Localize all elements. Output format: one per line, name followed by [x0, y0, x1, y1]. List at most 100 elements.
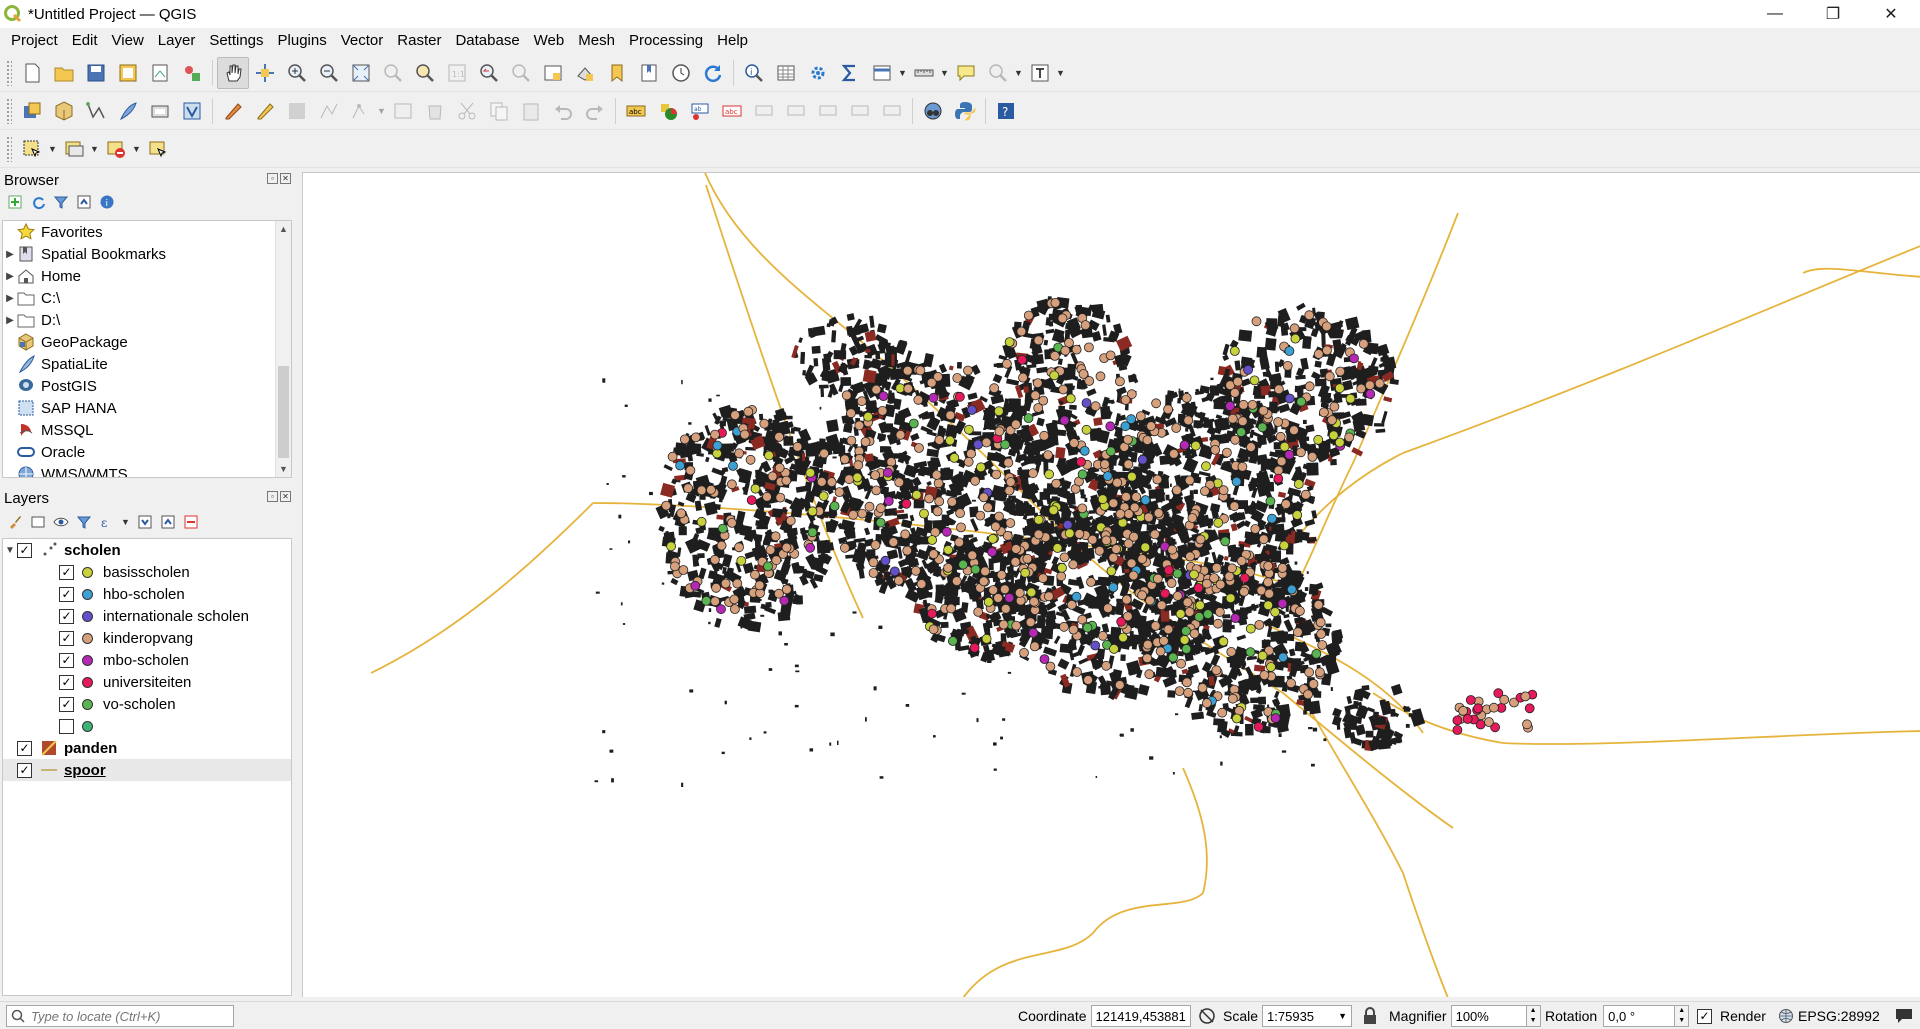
select-by-value-button[interactable] [58, 133, 90, 165]
zoom-native-button[interactable]: 1:1 [441, 57, 473, 89]
expand-arrow-icon[interactable]: ▶ [3, 315, 17, 326]
browser-item-spatial-bookmarks[interactable]: ▶ Spatial Bookmarks [3, 243, 291, 265]
new-spatialite-layer-button[interactable] [112, 95, 144, 127]
browser-item-wms-wmts[interactable]: WMS/WMTS [3, 463, 291, 477]
class-visibility-checkbox[interactable]: ✓ [59, 696, 74, 712]
remove-layer-button[interactable] [182, 513, 200, 531]
text-annotation-button[interactable] [1024, 57, 1056, 89]
close-panel-button[interactable]: ✕ [280, 491, 291, 502]
toolbar-handle[interactable] [6, 97, 12, 124]
messages-icon[interactable] [1894, 1007, 1914, 1025]
style-manager-button[interactable] [176, 57, 208, 89]
maximize-button[interactable]: ❐ [1804, 0, 1862, 28]
layer-diagram-button[interactable] [652, 95, 684, 127]
float-panel-button[interactable]: ▫ [267, 173, 278, 184]
attribute-table-button[interactable] [770, 57, 802, 89]
save-edits-button[interactable] [281, 95, 313, 127]
menu-project[interactable]: Project [4, 28, 65, 54]
zoom-full-button[interactable] [345, 57, 377, 89]
deselect-features-button[interactable] [100, 133, 132, 165]
legend-class-item[interactable]: ✓ basisscholen [3, 561, 291, 583]
close-button[interactable]: ✕ [1862, 0, 1920, 28]
new-3d-view-button[interactable] [569, 57, 601, 89]
legend-class-item[interactable]: ✓ internationale scholen [3, 605, 291, 627]
menu-mesh[interactable]: Mesh [571, 28, 622, 54]
rotation-spinner[interactable]: ▲ ▼ [1675, 1005, 1690, 1027]
new-project-button[interactable] [16, 57, 48, 89]
move-label-button[interactable] [748, 95, 780, 127]
locator-filter-button[interactable] [982, 57, 1014, 89]
cut-features-button[interactable] [451, 95, 483, 127]
toggle-extents-icon[interactable] [1197, 1006, 1217, 1026]
menu-vector[interactable]: Vector [334, 28, 391, 54]
browser-item-geopackage[interactable]: GeoPackage [3, 331, 291, 353]
layer-visibility-checkbox[interactable]: ✓ [17, 762, 32, 778]
filter-legend-button[interactable] [75, 513, 93, 531]
legend-class-item[interactable] [3, 715, 291, 737]
float-panel-button[interactable]: ▫ [267, 491, 278, 502]
crs-button[interactable]: EPSG:28992 [1798, 1008, 1880, 1024]
menu-processing[interactable]: Processing [622, 28, 710, 54]
browser-item-home[interactable]: ▶ Home [3, 265, 291, 287]
pin-labels-button[interactable]: ab [684, 95, 716, 127]
open-project-button[interactable] [48, 57, 80, 89]
browser-item-mssql[interactable]: MSSQL [3, 419, 291, 441]
help-button[interactable]: ? [990, 95, 1022, 127]
browser-item-oracle[interactable]: Oracle [3, 441, 291, 463]
map-tips-button[interactable] [950, 57, 982, 89]
highlight-labels-button[interactable] [876, 95, 908, 127]
class-visibility-checkbox[interactable]: ✓ [59, 630, 74, 646]
browser-item-favorites[interactable]: Favorites [3, 221, 291, 243]
minimize-button[interactable]: — [1746, 0, 1804, 28]
class-visibility-checkbox[interactable] [59, 718, 74, 734]
menu-database[interactable]: Database [448, 28, 526, 54]
rotation-field[interactable]: 0,0 ° [1603, 1005, 1676, 1027]
statistics-button[interactable] [834, 57, 866, 89]
chevron-down-icon[interactable]: ▼ [90, 144, 100, 154]
chevron-down-icon[interactable]: ▼ [898, 68, 908, 78]
zoom-to-selection-button[interactable] [377, 57, 409, 89]
legend-class-item[interactable]: ✓ kinderopvang [3, 627, 291, 649]
menu-settings[interactable]: Settings [202, 28, 270, 54]
browser-item-sap-hana[interactable]: SAP HANA [3, 397, 291, 419]
add-layer-button[interactable] [6, 193, 24, 211]
chevron-down-icon[interactable]: ▼ [1056, 68, 1066, 78]
vertex-tool-button[interactable] [345, 95, 377, 127]
pan-to-selection-button[interactable] [249, 57, 281, 89]
zoom-out-button[interactable] [313, 57, 345, 89]
coordinate-field[interactable]: 121419,453881 [1090, 1005, 1191, 1027]
menu-plugins[interactable]: Plugins [271, 28, 334, 54]
undo-button[interactable] [547, 95, 579, 127]
toolbar-handle[interactable] [6, 59, 12, 86]
new-map-view-button[interactable] [537, 57, 569, 89]
close-panel-button[interactable]: ✕ [280, 173, 291, 184]
label-property-button[interactable] [844, 95, 876, 127]
temporal-controller-button[interactable] [665, 57, 697, 89]
browser-item-c[interactable]: ▶ C:\ [3, 287, 291, 309]
locator-box[interactable] [6, 1005, 234, 1027]
lock-icon[interactable] [1362, 1007, 1378, 1025]
layer-visibility-checkbox[interactable]: ✓ [17, 542, 32, 558]
layer-styling-button[interactable] [6, 513, 24, 531]
filter-browser-button[interactable] [52, 193, 70, 211]
legend-class-item[interactable]: ✓ vo-scholen [3, 693, 291, 715]
processing-toolbox-button[interactable] [802, 57, 834, 89]
layer-panden[interactable]: ✓ panden [3, 737, 291, 759]
data-source-manager-button[interactable] [16, 95, 48, 127]
menu-view[interactable]: View [105, 28, 151, 54]
layer-visibility-checkbox[interactable]: ✓ [17, 740, 32, 756]
render-checkbox[interactable]: ✓ [1697, 1008, 1712, 1024]
class-visibility-checkbox[interactable]: ✓ [59, 586, 74, 602]
locator-input[interactable] [31, 1008, 231, 1024]
browser-scrollbar[interactable]: ▲ ▼ [275, 221, 291, 477]
open-table-dropdown[interactable] [866, 57, 898, 89]
select-features-button[interactable] [16, 133, 48, 165]
new-virtual-layer-button[interactable] [176, 95, 208, 127]
add-group-button[interactable] [29, 513, 47, 531]
identify-features-button[interactable]: i [738, 57, 770, 89]
python-console-button[interactable] [949, 95, 981, 127]
layer-labeling-button[interactable]: abc [620, 95, 652, 127]
chevron-down-icon[interactable]: ▼ [121, 517, 131, 527]
chevron-down-icon[interactable]: ▼ [48, 144, 58, 154]
new-temp-layer-button[interactable] [144, 95, 176, 127]
